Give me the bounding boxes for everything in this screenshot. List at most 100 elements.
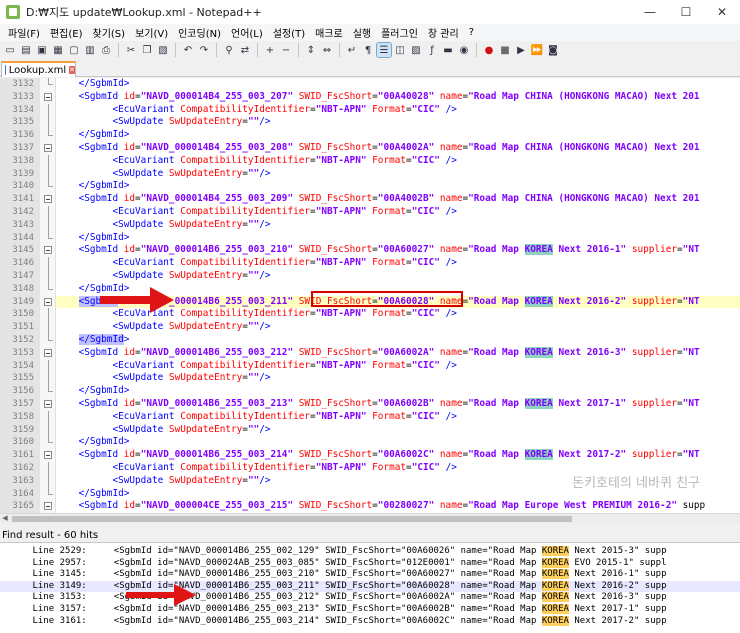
- stop-icon[interactable]: ■: [498, 43, 512, 57]
- new-file-icon[interactable]: ▭: [3, 43, 17, 57]
- code-line[interactable]: 3155 <SwUpdate SwUpdateEntry=""/>: [12, 372, 740, 386]
- close-button[interactable]: ✕: [704, 0, 740, 24]
- fold-toggle-icon[interactable]: [44, 92, 52, 101]
- code-line[interactable]: 3135 <SwUpdate SwUpdateEntry=""/>: [12, 116, 740, 130]
- code-line[interactable]: 3156 </SgbmId>: [12, 385, 740, 398]
- find-result-text: <SgbmId id="NAVD_000014B6_255_003_210" S…: [113, 569, 667, 580]
- play-icon[interactable]: ▶: [514, 43, 528, 57]
- code-line[interactable]: 3133 <SgbmId id="NAVD_000014B4_255_003_2…: [12, 91, 740, 104]
- cut-icon[interactable]: ✂: [124, 43, 138, 57]
- find-result-line[interactable]: Line 3149: <SgbmId id="NAVD_000014B6_255…: [0, 580, 740, 593]
- close-icon[interactable]: ▢: [67, 43, 81, 57]
- find-result-line[interactable]: Line 2957: <SgbmId id="NAVD_000024AB_255…: [0, 557, 740, 570]
- menu-item-8[interactable]: 실행: [348, 25, 376, 40]
- show-all-icon[interactable]: ¶: [361, 43, 375, 57]
- doc-map-icon[interactable]: ▨: [409, 43, 423, 57]
- code-line[interactable]: 3139 <SwUpdate SwUpdateEntry=""/>: [12, 167, 740, 181]
- monitor-icon[interactable]: ◉: [457, 43, 471, 57]
- wrap-icon[interactable]: ↵: [345, 43, 359, 57]
- copy-icon[interactable]: ❐: [140, 43, 154, 57]
- fold-toggle-icon[interactable]: [44, 246, 52, 255]
- maximize-button[interactable]: ☐: [668, 0, 704, 24]
- code-line[interactable]: 3142 <EcuVariant CompatibilityIdentifier…: [12, 206, 740, 219]
- menu-item-3[interactable]: 보기(V): [130, 25, 173, 40]
- find-result-line[interactable]: Line 3145: <SgbmId id="NAVD_000014B6_255…: [0, 569, 740, 581]
- replace-icon[interactable]: ⇄: [238, 43, 252, 57]
- code-line[interactable]: 3138 <EcuVariant CompatibilityIdentifier…: [12, 154, 740, 168]
- code-line[interactable]: 3134 <EcuVariant CompatibilityIdentifier…: [12, 103, 740, 117]
- redo-icon[interactable]: ↷: [197, 43, 211, 57]
- code-line[interactable]: 3152 </SgbmId>: [12, 334, 740, 347]
- horizontal-scrollbar[interactable]: ◀: [0, 513, 740, 523]
- find-result-line[interactable]: Line 2529: <SgbmId id="NAVD_000014B6_255…: [0, 546, 740, 558]
- menu-item-1[interactable]: 편집(E): [45, 25, 88, 40]
- code-line[interactable]: 3151 <SwUpdate SwUpdateEntry=""/>: [12, 321, 740, 334]
- notepad-plus-plus-icon: [6, 5, 20, 19]
- code-line[interactable]: 3136 </SgbmId>: [12, 129, 740, 142]
- code-line[interactable]: 3147 <SwUpdate SwUpdateEntry=""/>: [12, 270, 740, 283]
- menu-item-6[interactable]: 설정(T): [268, 25, 310, 40]
- fold-toggle-icon[interactable]: [44, 451, 52, 460]
- find-icon[interactable]: ⚲: [222, 43, 236, 57]
- fold-toggle-icon[interactable]: [44, 400, 52, 408]
- find-result-line[interactable]: Line 3161: <SgbmId id="NAVD_000014B6_255…: [0, 615, 740, 628]
- menu-item-9[interactable]: 플러그인: [376, 25, 423, 40]
- paste-icon[interactable]: ▧: [156, 43, 170, 57]
- code-line[interactable]: 3157 <SgbmId id="NAVD_000014B6_255_003_2…: [12, 398, 740, 411]
- code-line[interactable]: 3165 <SgbmId id="NAVD_000004CE_255_003_2…: [12, 500, 740, 513]
- menu-item-0[interactable]: 파일(F): [3, 25, 45, 40]
- fold-toggle-icon[interactable]: [44, 348, 52, 357]
- code-line[interactable]: 3140 </SgbmId>: [12, 180, 740, 193]
- code-line[interactable]: 3158 <EcuVariant CompatibilityIdentifier…: [12, 410, 740, 424]
- function-list-icon[interactable]: ƒ: [425, 43, 439, 57]
- udl-icon[interactable]: ◫: [393, 43, 407, 57]
- save-icon[interactable]: ▣: [35, 43, 49, 57]
- menu-item-7[interactable]: 매크로: [310, 25, 348, 40]
- print-icon[interactable]: ⎙: [99, 43, 113, 57]
- close-all-icon[interactable]: ▥: [83, 43, 97, 57]
- code-line[interactable]: 3141 <SgbmId id="NAVD_000014B4_255_003_2…: [12, 193, 740, 206]
- code-line[interactable]: 3161 <SgbmId id="NAVD_000014B6_255_003_2…: [12, 449, 740, 462]
- fold-toggle-icon[interactable]: [44, 144, 52, 152]
- code-line[interactable]: 3145 <SgbmId id="NAVD_000014B6_255_003_2…: [12, 244, 740, 257]
- tab-lookup-xml[interactable]: Lookup.xml ✕: [1, 61, 76, 77]
- minimize-button[interactable]: —: [632, 0, 668, 24]
- menu-item-11[interactable]: ?: [464, 27, 479, 38]
- menu-item-10[interactable]: 창 관리: [423, 25, 464, 40]
- code-line[interactable]: 3160 </SgbmId>: [12, 436, 740, 449]
- find-result-line[interactable]: Line 3153: <SgbmId id="NAVD_000014B6_255…: [0, 592, 740, 604]
- code-line[interactable]: 3143 <SwUpdate SwUpdateEntry=""/>: [12, 218, 740, 232]
- menu-item-2[interactable]: 찾기(S): [88, 25, 131, 40]
- code-line[interactable]: 3159 <SwUpdate SwUpdateEntry=""/>: [12, 423, 740, 437]
- fold-toggle-icon[interactable]: [44, 502, 52, 511]
- record-icon[interactable]: ●: [482, 43, 496, 57]
- undo-icon[interactable]: ↶: [181, 43, 195, 57]
- sync-v-icon[interactable]: ⇕: [304, 43, 318, 57]
- fold-toggle-icon[interactable]: [44, 195, 52, 204]
- play-multi-icon[interactable]: ⏩: [530, 43, 544, 57]
- indent-guide-icon[interactable]: ☰: [376, 42, 392, 58]
- save-macro-icon[interactable]: ◙: [546, 43, 560, 57]
- menu-item-4[interactable]: 인코딩(N): [173, 25, 226, 40]
- code-line[interactable]: 3154 <EcuVariant CompatibilityIdentifier…: [12, 359, 740, 373]
- code-line[interactable]: 3153 <SgbmId id="NAVD_000014B6_255_003_2…: [12, 346, 740, 360]
- code-line[interactable]: 3132 </SgbmId>: [12, 78, 740, 91]
- sync-h-icon[interactable]: ⇔: [320, 43, 334, 57]
- editor[interactable]: 3132 </SgbmId> 3133 <SgbmId id="NAVD_0000…: [0, 78, 740, 513]
- find-result-panel[interactable]: Line 3161: <SgbmId id="NAVD_000014B6_255…: [0, 543, 740, 633]
- save-all-icon[interactable]: ▦: [51, 43, 65, 57]
- fold-line-marker: [48, 103, 49, 117]
- folder-icon[interactable]: ▬: [441, 43, 455, 57]
- zoom-out-icon[interactable]: −: [279, 43, 293, 57]
- scroll-left-icon[interactable]: ◀: [0, 514, 10, 524]
- code-line[interactable]: 3144 </SgbmId>: [12, 231, 740, 245]
- open-file-icon[interactable]: ▤: [19, 43, 33, 57]
- scrollbar-thumb[interactable]: [12, 516, 572, 522]
- code-line[interactable]: 3146 <EcuVariant CompatibilityIdentifier…: [12, 257, 740, 270]
- menu-item-5[interactable]: 언어(L): [226, 25, 268, 40]
- tab-close-icon[interactable]: ✕: [69, 66, 75, 74]
- code-line[interactable]: 3137 <SgbmId id="NAVD_000014B4_255_003_2…: [12, 142, 740, 155]
- find-result-line[interactable]: Line 3157: <SgbmId id="NAVD_000014B6_255…: [0, 604, 740, 616]
- zoom-in-icon[interactable]: +: [263, 43, 277, 57]
- fold-toggle-icon[interactable]: [44, 297, 52, 306]
